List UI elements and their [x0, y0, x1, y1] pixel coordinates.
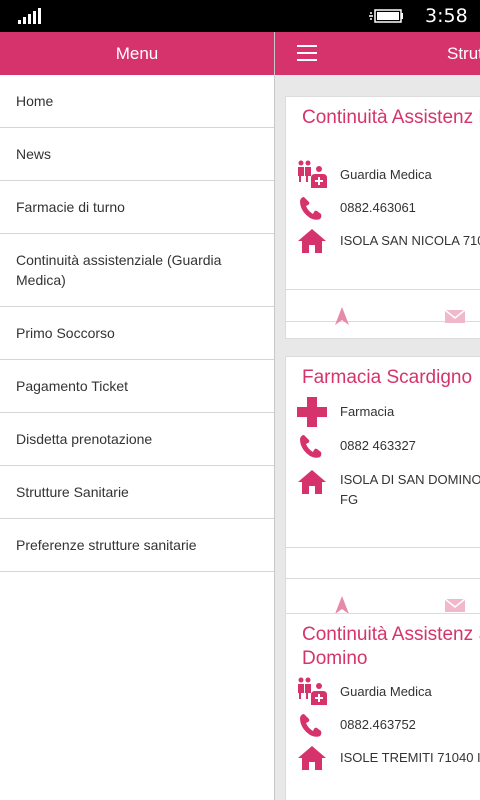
card-phone-row[interactable]: 0882.463061	[296, 193, 480, 223]
card-type-row: Farmacia	[296, 397, 480, 427]
battery-icon	[369, 9, 403, 23]
medical-staff-icon	[298, 160, 327, 188]
page-title: Strut	[447, 44, 480, 63]
card-address: ISOLE TREMITI 71040 IS	[340, 750, 480, 765]
navigate-icon[interactable]	[331, 306, 353, 326]
mail-icon[interactable]	[444, 306, 466, 326]
divider	[286, 578, 480, 579]
menu-header: Menu	[0, 32, 274, 75]
card-address-row: ISOLA DI SAN DOMINO FG	[296, 467, 480, 511]
card-phone[interactable]: 0882 463327	[340, 437, 416, 455]
menu-item-primo-soccorso[interactable]: Primo Soccorso	[0, 307, 274, 360]
phone-icon	[300, 714, 322, 737]
menu-item-news[interactable]: News	[0, 128, 274, 181]
card-phone[interactable]: 0882.463061	[340, 199, 416, 217]
menu-title: Menu	[115, 44, 159, 63]
navigation-menu: Menu Home News Farmacie di turno Continu…	[0, 32, 275, 800]
menu-item-preferenze-strutture[interactable]: Preferenze strutture sanitarie	[0, 519, 274, 572]
clock: 3:58	[425, 5, 468, 27]
phone-icon	[300, 197, 322, 220]
structure-card[interactable]: Farmacia Scardigno Farmacia 0882 463327 …	[285, 356, 480, 627]
card-address-row: ISOLA SAN NICOLA 710	[296, 226, 480, 256]
home-icon	[298, 746, 326, 770]
menu-item-strutture-sanitarie[interactable]: Strutture Sanitarie	[0, 466, 274, 519]
card-address: ISOLA SAN NICOLA 710	[340, 233, 480, 248]
card-title[interactable]: Continuità Assistenz Nicola	[302, 106, 480, 130]
card-address-row: ISOLE TREMITI 71040 IS	[296, 743, 480, 773]
status-bar: 3:58	[0, 0, 480, 32]
signal-icon	[18, 8, 41, 24]
navigate-icon[interactable]	[331, 595, 353, 615]
card-title[interactable]: Farmacia Scardigno	[302, 366, 480, 390]
menu-item-continuita-assistenziale[interactable]: Continuità assistenziale (Guardia Medica…	[0, 234, 274, 307]
structure-card[interactable]: Continuità Assistenz Nicola Guardia Medi…	[285, 96, 480, 339]
home-icon	[298, 229, 326, 253]
menu-item-farmacie-di-turno[interactable]: Farmacie di turno	[0, 181, 274, 234]
card-address-line-2: FG	[340, 492, 359, 507]
card-phone-row[interactable]: 0882.463752	[296, 710, 480, 740]
menu-item-disdetta-prenotazione[interactable]: Disdetta prenotazione	[0, 413, 274, 466]
pharmacy-cross-icon	[297, 397, 327, 427]
divider	[286, 547, 480, 548]
card-type: Guardia Medica	[340, 684, 432, 699]
card-type: Farmacia	[340, 404, 395, 419]
phone-icon	[300, 435, 322, 458]
divider	[286, 289, 480, 290]
hamburger-menu-icon[interactable]	[297, 45, 317, 61]
structure-card[interactable]: Continuità Assistenz San Domino Guardia …	[285, 613, 480, 800]
content-header: Strut	[275, 32, 480, 75]
card-type-row: Guardia Medica	[296, 677, 480, 707]
menu-item-home[interactable]: Home	[0, 75, 274, 128]
card-phone-row[interactable]: 0882 463327	[296, 431, 480, 461]
card-type-row: Guardia Medica	[296, 160, 480, 190]
medical-staff-icon	[298, 677, 327, 705]
menu-list: Home News Farmacie di turno Continuità a…	[0, 75, 274, 572]
card-title[interactable]: Continuità Assistenz San Domino	[302, 623, 480, 671]
card-address: ISOLA DI SAN DOMINO	[340, 472, 480, 487]
card-type: Guardia Medica	[340, 167, 432, 182]
home-icon	[298, 470, 326, 494]
mail-icon[interactable]	[444, 595, 466, 615]
card-phone[interactable]: 0882.463752	[340, 716, 416, 734]
menu-item-pagamento-ticket[interactable]: Pagamento Ticket	[0, 360, 274, 413]
content-pane: Strut Continuità Assistenz Nicola Guardi…	[275, 32, 480, 800]
